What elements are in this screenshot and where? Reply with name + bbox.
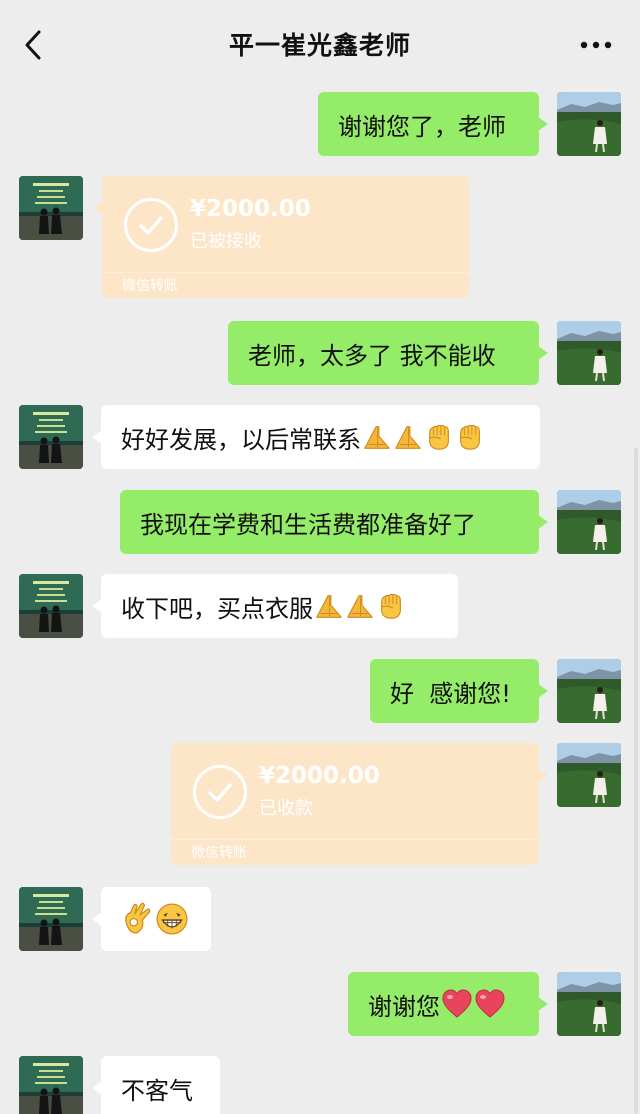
heart-emoji-icon	[441, 988, 473, 1020]
grin-emoji-icon	[155, 902, 189, 936]
my-avatar[interactable]	[557, 321, 621, 385]
my-avatar[interactable]	[557, 743, 621, 807]
message-text: 谢谢您了，老师	[338, 112, 506, 141]
teacher-avatar[interactable]	[19, 1056, 83, 1114]
check-circle-icon	[124, 198, 178, 252]
outgoing-message[interactable]: 谢谢您	[348, 972, 548, 1036]
message-text: 谢谢您	[368, 992, 440, 1021]
transfer-status: 已被接收	[190, 231, 262, 252]
transfer-amount: ¥2000.00	[190, 196, 311, 222]
teacher-avatar[interactable]	[19, 887, 83, 951]
more-button[interactable]	[578, 30, 614, 60]
my-avatar[interactable]	[557, 972, 621, 1036]
more-dots-icon	[580, 41, 612, 49]
incoming-message[interactable]: 收下吧，买点衣服	[92, 574, 458, 638]
transfer-amount: ¥2000.00	[259, 763, 380, 789]
scrollbar[interactable]	[634, 448, 638, 1114]
message-text: 收下吧，买点衣服	[121, 594, 313, 623]
back-button[interactable]	[18, 28, 48, 62]
check-circle-icon	[193, 765, 247, 819]
chevron-left-icon	[25, 30, 41, 60]
incoming-message[interactable]: 不客气	[92, 1056, 220, 1114]
transfer-label: 微信转账	[191, 845, 247, 861]
my-avatar[interactable]	[557, 92, 621, 156]
message-text: 好好发展，以后常联系	[121, 425, 361, 454]
incoming-message[interactable]: 好好发展，以后常联系	[92, 405, 540, 469]
chat-header: 平一崔光鑫老师	[0, 0, 640, 88]
pray-emoji-icon	[393, 422, 423, 452]
transfer-card[interactable]: ¥2000.00 已被接收 微信转账	[93, 176, 469, 298]
fist-emoji-icon	[455, 422, 485, 452]
outgoing-message[interactable]: 我现在学费和生活费都准备好了	[120, 490, 548, 554]
chat-title: 平一崔光鑫老师	[228, 31, 411, 60]
pray-emoji-icon	[314, 591, 344, 621]
message-text: 我现在学费和生活费都准备好了	[140, 510, 476, 539]
transfer-label: 微信转账	[122, 278, 178, 294]
teacher-avatar[interactable]	[19, 176, 83, 240]
pray-emoji-icon	[362, 422, 392, 452]
my-avatar[interactable]	[557, 490, 621, 554]
transfer-divider	[102, 272, 469, 273]
transfer-status: 已收款	[259, 798, 313, 819]
message-text: 不客气	[121, 1076, 193, 1105]
fist-emoji-icon	[376, 591, 406, 621]
teacher-avatar[interactable]	[19, 574, 83, 638]
transfer-card[interactable]: ¥2000.00 已收款 微信转账	[171, 743, 548, 865]
my-avatar[interactable]	[557, 659, 621, 723]
outgoing-message[interactable]: 好 感谢您!	[370, 659, 548, 723]
outgoing-message[interactable]: 老师，太多了 我不能收	[228, 321, 548, 385]
incoming-message[interactable]	[92, 887, 211, 951]
heart-emoji-icon	[474, 988, 506, 1020]
pray-emoji-icon	[345, 591, 375, 621]
outgoing-message[interactable]: 谢谢您了，老师	[318, 92, 548, 156]
message-text: 好 感谢您!	[390, 679, 511, 708]
ok-hand-emoji-icon	[120, 902, 154, 936]
transfer-divider	[171, 839, 539, 840]
fist-emoji-icon	[424, 422, 454, 452]
teacher-avatar[interactable]	[19, 405, 83, 469]
message-text: 老师，太多了 我不能收	[248, 341, 496, 370]
